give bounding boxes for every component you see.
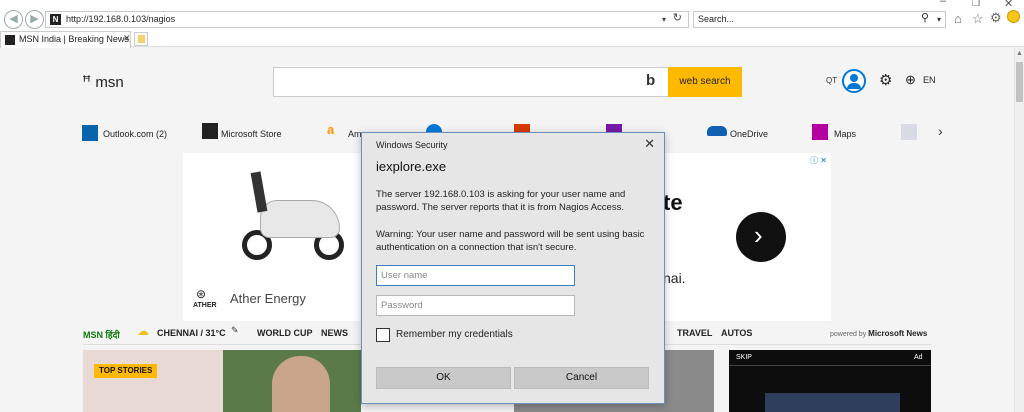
edit-pencil-icon[interactable]: ✎ [231, 325, 239, 336]
tab-msn[interactable]: MSN India | Breaking News,... [0, 31, 131, 48]
maps-icon [812, 124, 828, 140]
close-window-icon[interactable]: ✕ [1004, 0, 1013, 10]
gear-icon[interactable]: ⚙ [990, 10, 1002, 26]
new-tab-icon [138, 35, 145, 43]
tab-favicon-icon [5, 35, 15, 45]
remember-credentials-checkbox[interactable] [376, 328, 390, 342]
password-field[interactable]: Password [376, 295, 575, 316]
close-tab-icon[interactable]: ✕ [123, 33, 131, 44]
facebook-icon [901, 124, 917, 140]
new-tab-button[interactable] [134, 32, 148, 46]
story-card-1[interactable] [83, 350, 223, 412]
forward-button[interactable]: ▶ [25, 10, 44, 29]
cancel-button[interactable]: Cancel [514, 367, 649, 389]
dialog-close-icon[interactable]: ✕ [644, 136, 655, 152]
ad-brand: Ather Energy [230, 291, 306, 306]
quicklink-store[interactable]: Microsoft Store [221, 129, 282, 139]
user-initials: QT [826, 76, 838, 85]
address-text: http://192.168.0.103/nagios [66, 14, 176, 24]
browser-search-box[interactable]: Search... ⚲ ▾ [693, 11, 946, 28]
username-field[interactable]: User name [376, 265, 575, 286]
avatar[interactable] [842, 69, 866, 93]
microsoft-news-label[interactable]: Microsoft News [868, 329, 927, 338]
ok-button[interactable]: OK [376, 367, 511, 389]
remember-credentials-label[interactable]: Remember my credentials [396, 329, 513, 340]
nav-autos[interactable]: AUTOS [721, 328, 752, 338]
nav-news[interactable]: NEWS [321, 328, 348, 338]
browser-search-input: Search... [698, 14, 735, 24]
quicklink-maps[interactable]: Maps [834, 129, 856, 139]
favorites-star-icon[interactable]: ☆ [972, 11, 984, 27]
bing-icon: b [646, 72, 656, 89]
maximize-icon[interactable]: ❐ [972, 0, 980, 9]
store-icon [202, 123, 218, 139]
quicklink-outlook[interactable]: Outlook.com (2) [103, 129, 167, 139]
search-icon[interactable]: ⚲ [921, 11, 929, 26]
dialog-warning: Warning: Your user name and password wil… [376, 229, 645, 253]
chevron-right-icon: › [754, 220, 763, 250]
dialog-title: Windows Security [376, 140, 448, 150]
scooter-image [232, 170, 352, 270]
quicklink-onedrive[interactable]: OneDrive [730, 129, 768, 139]
weather-icon: ☁ [137, 324, 149, 338]
ad-label: Ad [914, 354, 923, 361]
smiley-feedback-icon[interactable] [1007, 10, 1020, 23]
tab-title: MSN India | Breaking News,... [19, 34, 131, 44]
globe-icon[interactable]: ⊕ [905, 72, 916, 88]
dialog-app-name: iexplore.exe [376, 159, 447, 174]
home-icon[interactable]: ⌂ [954, 11, 962, 26]
chevron-right-icon[interactable]: › [938, 123, 943, 139]
person-icon [850, 74, 858, 82]
search-dropdown-icon[interactable]: ▾ [937, 12, 941, 27]
site-favicon-icon: N [50, 14, 61, 25]
scroll-up-icon[interactable]: ▲ [1016, 50, 1023, 57]
ather-logo-icon: ⊛ [196, 287, 207, 301]
msn-hindi-link[interactable]: MSN हिंदी [83, 328, 120, 341]
butterfly-icon: ꟸ [82, 74, 92, 91]
ad-text-fragment: nai. [663, 270, 686, 286]
quicklink-amazon[interactable]: Am [348, 129, 362, 139]
nav-travel[interactable]: TRAVEL [677, 328, 712, 338]
ad-headline-fragment: te [663, 190, 683, 215]
story-image-person [272, 356, 330, 412]
ad-next-button[interactable]: › [736, 212, 786, 262]
dropdown-arrow-icon[interactable]: ▾ [662, 12, 666, 27]
address-bar[interactable]: N http://192.168.0.103/nagios ▾ ↻ [45, 11, 689, 28]
dialog-message: The server 192.168.0.103 is asking for y… [376, 189, 626, 213]
msn-logo[interactable]: ꟸ msn [82, 72, 124, 92]
scrollbar-thumb[interactable] [1016, 62, 1023, 102]
person-body-icon [847, 83, 861, 89]
ather-logo-text: ATHER [193, 302, 217, 309]
powered-by-label: powered by [830, 331, 867, 338]
video-thumbnail [765, 393, 900, 412]
powered-by: powered by Microsoft News [830, 329, 927, 338]
weather-link[interactable]: CHENNAI / 31°C [157, 328, 226, 338]
divider [729, 365, 931, 366]
amazon-icon: a [327, 122, 335, 137]
settings-gear-icon[interactable]: ⚙ [879, 71, 892, 89]
web-search-button[interactable]: web search [668, 67, 742, 97]
language-label[interactable]: EN [923, 75, 936, 85]
scrollbar[interactable] [1014, 48, 1024, 412]
top-stories-badge: TOP STORIES [94, 364, 158, 378]
refresh-icon[interactable]: ↻ [673, 11, 682, 26]
skip-label[interactable]: SKIP [736, 354, 752, 361]
nav-world-cup[interactable]: WORLD CUP [257, 328, 313, 338]
tab-bar [0, 30, 1024, 47]
minimize-icon[interactable]: – [940, 0, 946, 7]
windows-security-dialog: Windows Security ✕ iexplore.exe The serv… [361, 132, 665, 404]
msn-logo-text: msn [95, 74, 124, 91]
adchoices-icon[interactable]: ⓘ ✕ [810, 155, 827, 166]
back-button[interactable]: ◀ [4, 10, 23, 29]
onedrive-icon [707, 126, 727, 136]
outlook-icon [82, 125, 98, 141]
